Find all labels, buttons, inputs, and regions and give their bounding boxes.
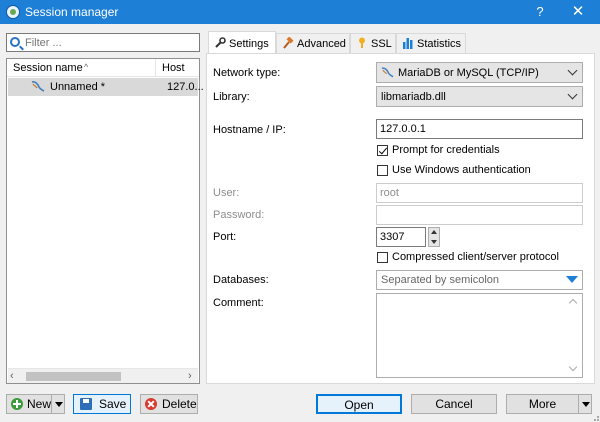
session-row[interactable]: Unnamed * 127.0... [8, 78, 204, 96]
password-field[interactable] [376, 205, 583, 225]
windows-auth-checkbox[interactable] [377, 165, 388, 176]
new-button[interactable]: New [6, 394, 52, 414]
hostname-field[interactable]: 127.0.0.1 [376, 119, 583, 139]
library-select[interactable]: libmariadb.dll [376, 86, 583, 107]
delete-button-label: Delete [162, 397, 197, 411]
new-button-label: New [27, 397, 52, 411]
delete-button[interactable]: Delete [140, 394, 198, 414]
window-title: Session manager [25, 5, 119, 19]
port-label: Port: [213, 231, 237, 243]
bar-chart-icon [403, 38, 413, 49]
network-type-select[interactable]: MariaDB or MySQL (TCP/IP) [376, 62, 583, 83]
tab-ssl[interactable]: SSL [350, 33, 396, 53]
session-list-header: Session name ^ Host [7, 59, 199, 77]
user-value: root [380, 187, 399, 199]
mariadb-icon [31, 81, 45, 92]
hostname-label: Hostname / IP: [213, 124, 286, 136]
compressed-protocol-checkbox[interactable] [377, 252, 388, 263]
tab-ssl-label: SSL [371, 38, 392, 50]
save-button[interactable]: Save [73, 394, 131, 414]
save-button-label: Save [99, 397, 127, 411]
prompt-credentials-label[interactable]: Prompt for credentials [392, 144, 500, 156]
windows-auth-label[interactable]: Use Windows authentication [392, 164, 531, 176]
filter-field[interactable] [6, 33, 200, 52]
chevron-down-icon [55, 402, 63, 407]
session-list[interactable]: Session name ^ Host Unnamed * 127.0... ‹… [6, 58, 204, 384]
comment-textarea[interactable] [376, 293, 583, 378]
tab-advanced-label: Advanced [297, 38, 346, 50]
tab-settings-label: Settings [229, 38, 269, 50]
session-host: 127.0... [167, 81, 204, 93]
search-icon [10, 37, 20, 47]
chevron-down-icon[interactable] [568, 362, 578, 372]
more-dropdown-button[interactable] [578, 394, 592, 414]
resize-grip-icon[interactable] [590, 412, 600, 422]
databases-value: Separated by semicolon [381, 274, 500, 286]
prompt-credentials-checkbox[interactable] [377, 145, 388, 156]
delete-icon [145, 398, 157, 410]
network-type-value: MariaDB or MySQL (TCP/IP) [398, 67, 539, 79]
hostname-value: 127.0.0.1 [380, 123, 426, 135]
sort-ascending-icon: ^ [84, 62, 89, 72]
cancel-button-label: Cancel [435, 397, 473, 411]
hammer-icon [283, 37, 294, 49]
open-button-label: Open [344, 398, 374, 412]
port-value: 3307 [380, 231, 405, 243]
port-stepper[interactable] [428, 227, 440, 247]
vertical-scrollbar[interactable] [565, 294, 582, 377]
tab-statistics-label: Statistics [417, 38, 462, 50]
library-label: Library: [213, 91, 250, 103]
comment-label: Comment: [213, 297, 264, 309]
plus-icon [11, 398, 23, 410]
chevron-down-icon[interactable] [431, 240, 437, 244]
filter-input[interactable] [25, 35, 197, 50]
open-button[interactable]: Open [316, 394, 402, 414]
tab-advanced[interactable]: Advanced [276, 33, 350, 53]
password-label: Password: [213, 209, 265, 221]
tab-settings[interactable]: Settings [208, 31, 276, 54]
session-name: Unnamed * [50, 81, 106, 93]
databases-label: Databases: [213, 274, 269, 286]
network-type-label: Network type: [213, 67, 281, 79]
save-icon [80, 398, 92, 410]
column-divider[interactable] [155, 59, 156, 77]
tab-statistics[interactable]: Statistics [396, 33, 466, 53]
new-dropdown-button[interactable] [51, 394, 65, 414]
scrollbar-thumb[interactable] [26, 372, 121, 381]
scroll-right-icon[interactable]: › [188, 370, 192, 382]
library-value: libmariadb.dll [381, 91, 446, 103]
column-host[interactable]: Host [162, 62, 185, 74]
wrench-icon [215, 37, 226, 48]
chevron-up-icon[interactable] [568, 298, 578, 308]
mariadb-icon [381, 67, 394, 78]
horizontal-scrollbar[interactable]: ‹ › [8, 368, 198, 383]
more-button-label: More [528, 397, 557, 411]
key-icon [359, 37, 365, 48]
chevron-down-icon [567, 89, 578, 100]
compressed-protocol-label[interactable]: Compressed client/server protocol [392, 251, 559, 263]
heidisql-icon [6, 5, 20, 19]
dropdown-arrow-icon[interactable] [566, 276, 578, 283]
port-field[interactable]: 3307 [376, 227, 426, 247]
chevron-down-icon [567, 65, 578, 76]
title-bar: Session manager ? ✕ [0, 0, 600, 24]
cancel-button[interactable]: Cancel [411, 394, 497, 414]
scroll-left-icon[interactable]: ‹ [10, 370, 14, 382]
column-session-name[interactable]: Session name [13, 62, 83, 74]
user-label: User: [213, 187, 240, 199]
databases-field[interactable]: Separated by semicolon [376, 270, 583, 290]
more-button[interactable]: More [506, 394, 579, 414]
user-field[interactable]: root [376, 183, 583, 203]
help-button[interactable]: ? [530, 3, 550, 21]
chevron-up-icon[interactable] [431, 230, 437, 234]
chevron-down-icon [582, 402, 590, 407]
close-button[interactable]: ✕ [566, 3, 590, 21]
